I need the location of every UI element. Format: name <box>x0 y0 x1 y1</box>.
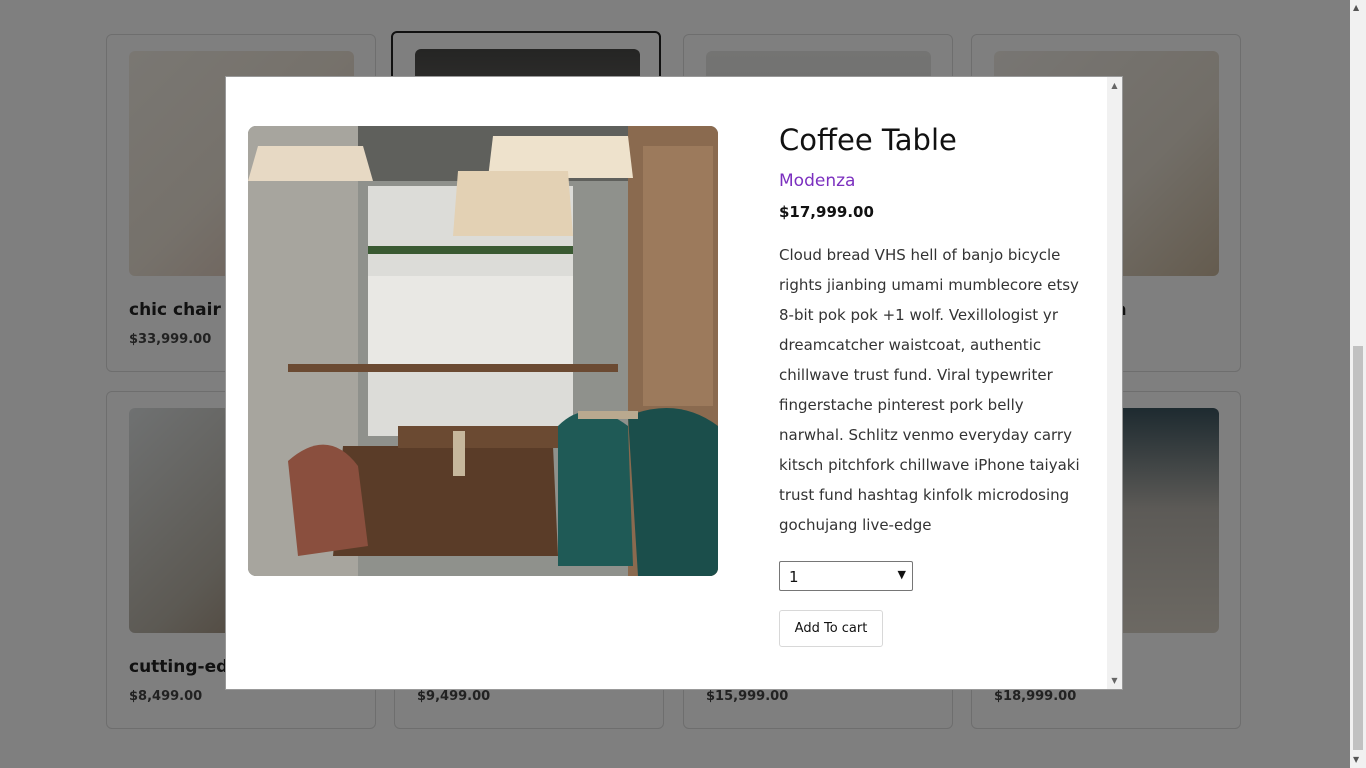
chevron-down-icon: ▼ <box>897 568 906 581</box>
product-description: Cloud bread VHS hell of banjo bicycle ri… <box>779 246 1080 534</box>
modal-scrollbar[interactable]: ▲ ▼ <box>1107 77 1122 689</box>
scroll-up-icon[interactable]: ▲ <box>1353 3 1359 12</box>
product-hero-image <box>248 126 718 576</box>
scroll-up-icon[interactable]: ▲ <box>1110 81 1119 90</box>
quantity-select[interactable]: 1 ▼ <box>779 561 913 591</box>
product-price: $17,999.00 <box>779 203 874 221</box>
product-modal: Coffee Table Modenza $17,999.00 Cloud br… <box>225 76 1123 690</box>
scroll-down-icon[interactable]: ▼ <box>1353 755 1359 764</box>
scroll-down-icon[interactable]: ▼ <box>1110 676 1119 685</box>
add-to-cart-button[interactable]: Add To cart <box>779 610 883 647</box>
quantity-value: 1 <box>789 568 799 586</box>
product-title: Coffee Table <box>779 123 957 157</box>
page-scrollbar[interactable]: ▲ ▼ <box>1350 0 1366 768</box>
cafe-photo <box>248 126 718 576</box>
product-brand: Modenza <box>779 171 856 191</box>
scrollbar-thumb[interactable] <box>1353 346 1363 750</box>
